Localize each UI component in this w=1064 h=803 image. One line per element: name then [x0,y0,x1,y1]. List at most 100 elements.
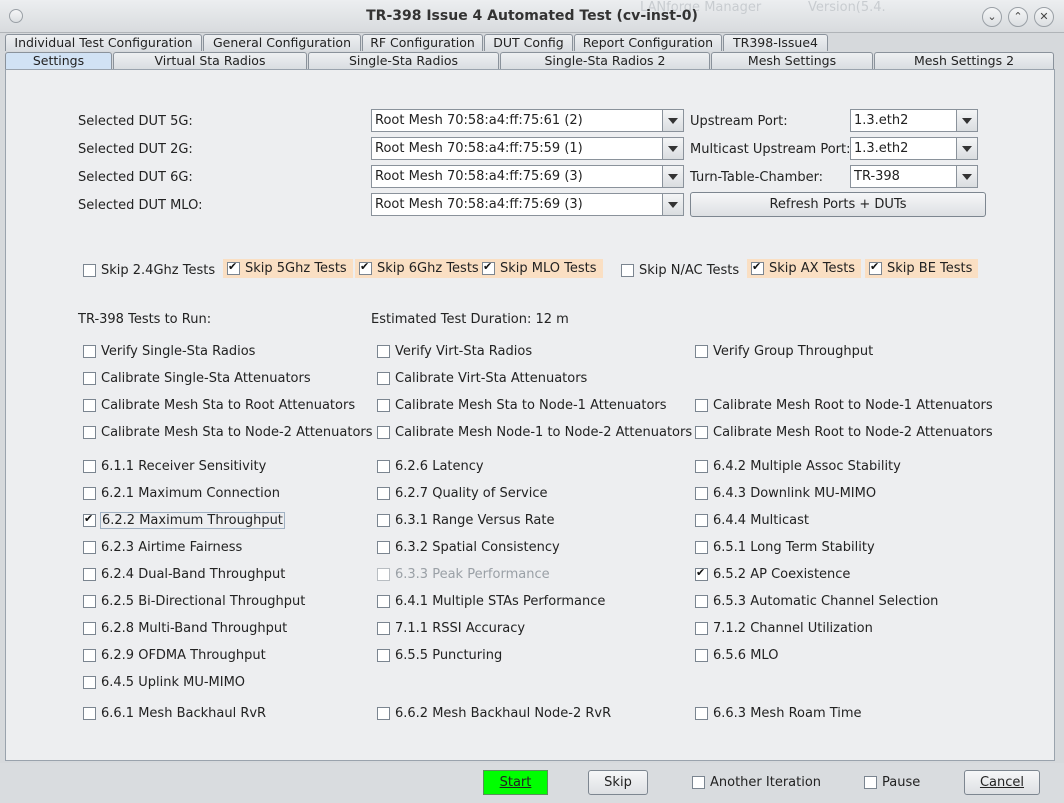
checkbox-icon[interactable] [377,426,390,439]
close-icon[interactable]: ✕ [1034,7,1054,27]
checkbox-6-5-1-long-term-stability[interactable]: 6.5.1 Long Term Stability [695,540,875,555]
maximize-icon[interactable]: ⌃ [1008,7,1028,27]
checkbox-6-4-4-multicast[interactable]: 6.4.4 Multicast [695,513,809,528]
title-bar[interactable]: LANforge Manager Version(5.4. TR-398 Iss… [0,0,1064,33]
checkbox-6-4-2-multiple-assoc-stability[interactable]: 6.4.2 Multiple Assoc Stability [695,459,901,474]
checkbox-skip-be-tests[interactable]: Skip BE Tests [865,259,979,278]
tab-single-sta-radios-2[interactable]: Single-Sta Radios 2 [500,52,710,69]
checkbox-icon[interactable] [695,460,708,473]
checkbox-6-2-7-quality-of-service[interactable]: 6.2.7 Quality of Service [377,486,548,501]
checkbox-icon[interactable] [695,426,708,439]
checkbox-icon[interactable] [83,595,96,608]
checkbox-icon[interactable] [695,649,708,662]
checkbox-6-4-5-uplink-mu-mimo[interactable]: 6.4.5 Uplink MU-MIMO [83,675,245,690]
checkbox-icon[interactable] [377,595,390,608]
checkbox-skip-n-ac-tests[interactable]: Skip N/AC Tests [621,263,739,278]
tab-individual-test-configuration[interactable]: Individual Test Configuration [5,34,202,51]
checkbox-6-2-1-maximum-connection[interactable]: 6.2.1 Maximum Connection [83,486,280,501]
checkbox-icon[interactable] [83,707,96,720]
checkmark-icon[interactable] [482,260,495,275]
chevron-down-icon[interactable] [662,194,683,215]
chevron-down-icon[interactable] [662,110,683,131]
checkbox-6-2-8-multi-band-throughput[interactable]: 6.2.8 Multi-Band Throughput [83,621,287,636]
checkmark-icon[interactable] [359,260,372,275]
pause-checkbox[interactable]: Pause [864,775,920,790]
dut-2g-select[interactable]: Root Mesh 70:58:a4:ff:75:59 (1) [371,137,684,160]
checkbox-icon[interactable] [377,707,390,720]
checkbox-icon[interactable] [83,264,96,277]
upstream-port-select[interactable]: 1.3.eth2 [850,109,978,132]
checkbox-7-1-2-channel-utilization[interactable]: 7.1.2 Channel Utilization [695,621,873,636]
checkbox-6-2-6-latency[interactable]: 6.2.6 Latency [377,459,484,474]
checkbox-6-6-1-mesh-backhaul-rvr[interactable]: 6.6.1 Mesh Backhaul RvR [83,706,266,721]
checkbox-icon[interactable] [83,487,96,500]
tab-mesh-settings-2[interactable]: Mesh Settings 2 [874,52,1054,69]
tab-general-configuration[interactable]: General Configuration [203,34,361,51]
tab-mesh-settings[interactable]: Mesh Settings [711,52,873,69]
checkbox-icon[interactable] [377,345,390,358]
checkbox-icon[interactable] [83,676,96,689]
checkbox-6-5-2-ap-coexistence[interactable]: 6.5.2 AP Coexistence [695,566,850,582]
another-iteration-checkbox[interactable]: Another Iteration [692,775,821,790]
checkbox-6-1-1-receiver-sensitivity[interactable]: 6.1.1 Receiver Sensitivity [83,459,266,474]
checkbox-icon[interactable] [83,399,96,412]
checkbox-6-6-2-mesh-backhaul-node-2-rvr[interactable]: 6.6.2 Mesh Backhaul Node-2 RvR [377,706,611,721]
checkmark-icon[interactable] [869,260,882,275]
checkbox-icon[interactable] [83,345,96,358]
checkbox-icon[interactable] [695,541,708,554]
checkbox-icon[interactable] [377,487,390,500]
checkbox-6-4-1-multiple-stas-performance[interactable]: 6.4.1 Multiple STAs Performance [377,594,605,609]
tab-rf-configuration[interactable]: RF Configuration [362,34,483,51]
checkbox-skip-2-4ghz-tests[interactable]: Skip 2.4Ghz Tests [83,263,215,278]
tab-settings[interactable]: Settings [5,52,112,69]
checkbox-icon[interactable] [695,622,708,635]
checkbox-6-5-6-mlo[interactable]: 6.5.6 MLO [695,648,778,663]
turntable-select[interactable]: TR-398 [850,165,978,188]
checkmark-icon[interactable] [83,512,96,527]
checkbox-icon[interactable] [83,622,96,635]
checkbox-skip-6ghz-tests[interactable]: Skip 6Ghz Tests [355,259,485,278]
dut-5g-select[interactable]: Root Mesh 70:58:a4:ff:75:61 (2) [371,109,684,132]
multicast-port-select[interactable]: 1.3.eth2 [850,137,978,160]
chevron-down-icon[interactable] [956,138,977,159]
checkbox-6-2-2-maximum-throughput[interactable]: 6.2.2 Maximum Throughput [83,512,285,529]
checkbox-icon[interactable] [695,487,708,500]
checkbox-verify-single-sta-radios[interactable]: Verify Single-Sta Radios [83,344,255,359]
tab-virtual-sta-radios[interactable]: Virtual Sta Radios [113,52,307,69]
checkbox-icon[interactable] [377,541,390,554]
checkbox-calibrate-mesh-root-to-node-1-attenuators[interactable]: Calibrate Mesh Root to Node-1 Attenuator… [695,398,993,413]
chevron-down-icon[interactable] [662,138,683,159]
tab-report-configuration[interactable]: Report Configuration [574,34,722,51]
checkbox-icon[interactable] [377,372,390,385]
checkbox-icon[interactable] [695,345,708,358]
chevron-down-icon[interactable] [956,110,977,131]
skip-button[interactable]: Skip [588,770,648,795]
checkbox-calibrate-mesh-sta-to-node-2-attenuators[interactable]: Calibrate Mesh Sta to Node-2 Attenuators [83,425,373,440]
checkmark-icon[interactable] [695,566,708,581]
checkbox-calibrate-mesh-sta-to-node-1-attenuators[interactable]: Calibrate Mesh Sta to Node-1 Attenuators [377,398,667,413]
checkbox-icon[interactable] [83,426,96,439]
checkbox-icon[interactable] [377,622,390,635]
checkbox-icon[interactable] [377,514,390,527]
cancel-button[interactable]: Cancel [964,770,1040,795]
refresh-ports-duts-button[interactable]: Refresh Ports + DUTs [690,192,986,217]
chevron-down-icon[interactable] [956,166,977,187]
checkbox-icon[interactable] [692,776,705,789]
checkbox-6-4-3-downlink-mu-mimo[interactable]: 6.4.3 Downlink MU-MIMO [695,486,876,501]
checkbox-6-3-2-spatial-consistency[interactable]: 6.3.2 Spatial Consistency [377,540,560,555]
tab-tr398-issue4[interactable]: TR398-Issue4 [723,34,828,51]
checkbox-calibrate-virt-sta-attenuators[interactable]: Calibrate Virt-Sta Attenuators [377,371,587,386]
checkbox-icon[interactable] [83,372,96,385]
checkbox-icon[interactable] [377,649,390,662]
checkbox-6-2-5-bi-directional-throughput[interactable]: 6.2.5 Bi-Directional Throughput [83,594,305,609]
checkbox-6-2-3-airtime-fairness[interactable]: 6.2.3 Airtime Fairness [83,540,242,555]
checkmark-icon[interactable] [751,260,764,275]
tab-single-sta-radios[interactable]: Single-Sta Radios [308,52,499,69]
checkbox-icon[interactable] [83,541,96,554]
checkbox-icon[interactable] [621,264,634,277]
start-button[interactable]: Start [483,770,548,795]
checkbox-6-6-3-mesh-roam-time[interactable]: 6.6.3 Mesh Roam Time [695,706,862,721]
minimize-icon[interactable]: ⌄ [982,7,1002,27]
checkbox-skip-5ghz-tests[interactable]: Skip 5Ghz Tests [223,259,353,278]
checkbox-6-5-3-automatic-channel-selection[interactable]: 6.5.3 Automatic Channel Selection [695,594,938,609]
